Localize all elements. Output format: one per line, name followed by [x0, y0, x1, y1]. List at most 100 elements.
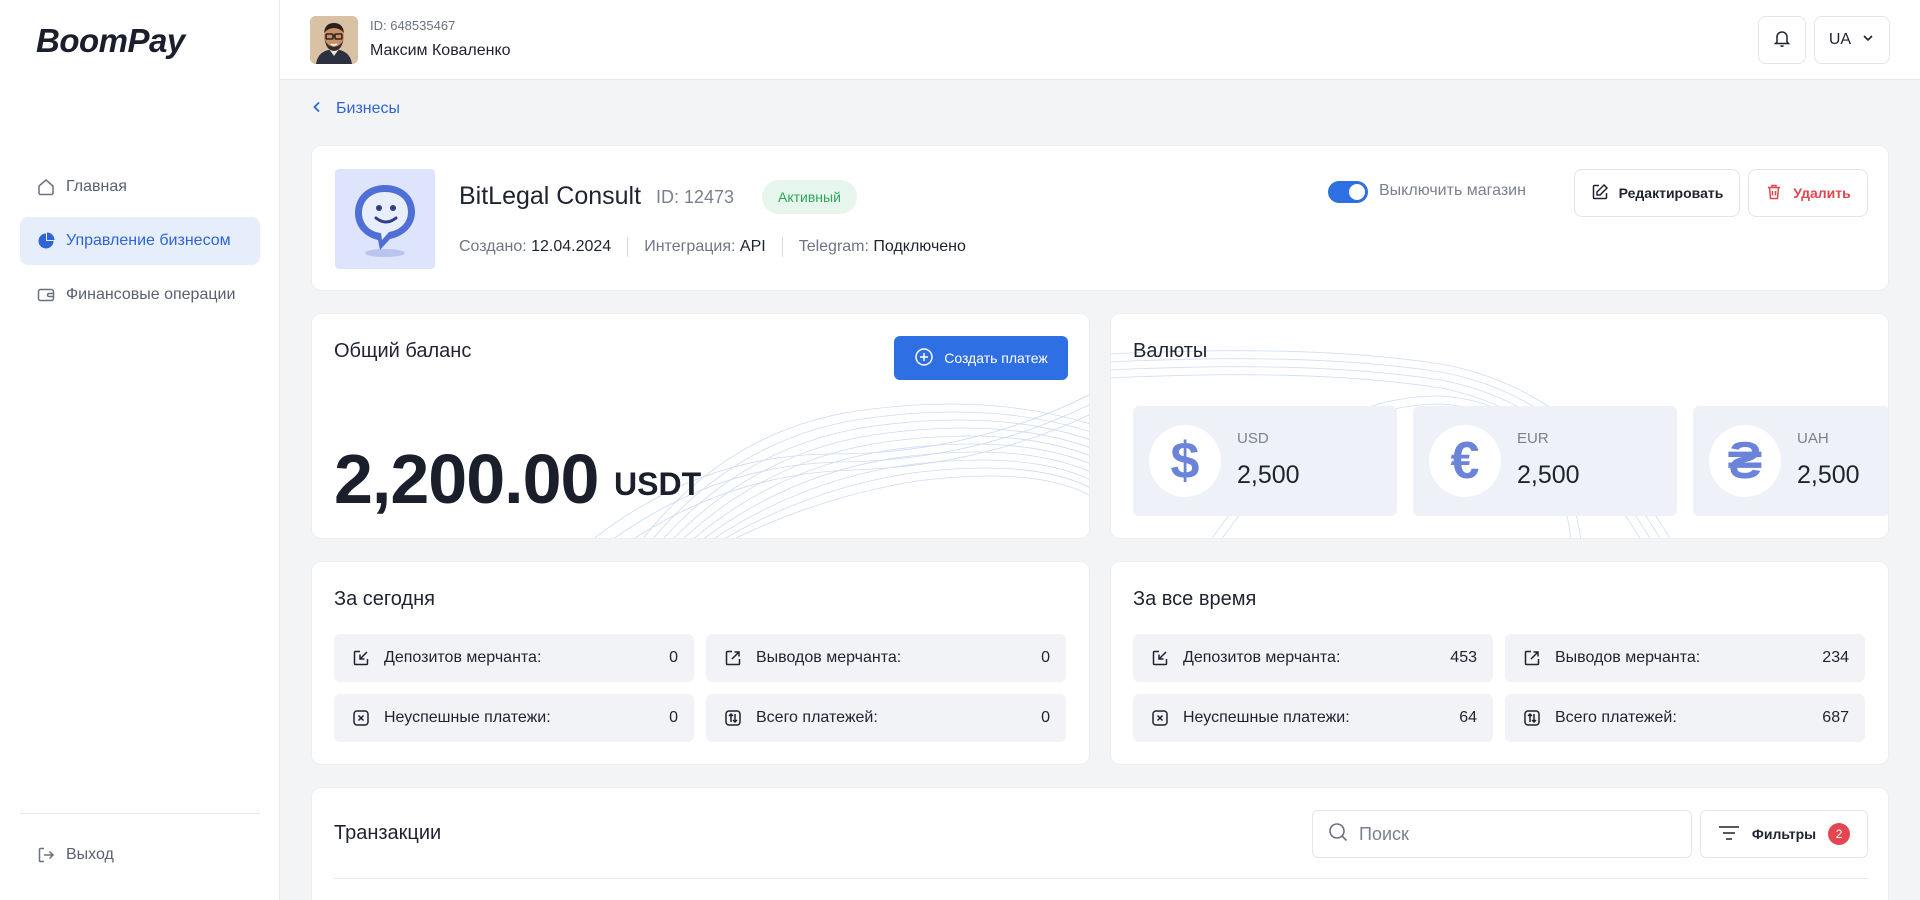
shop-toggle[interactable] [1328, 181, 1368, 203]
balance-card: Общий баланс Создать платеж 2,200.00 USD… [311, 313, 1090, 539]
stat-label: Депозитов мерчанта: [1183, 649, 1341, 666]
bell-icon [1772, 28, 1792, 53]
stat-failed: Неуспешные платежи: 0 [334, 694, 694, 742]
filters-button[interactable]: Фильтры 2 [1700, 810, 1868, 858]
search-icon [1327, 821, 1349, 848]
stat-value: 0 [669, 709, 678, 726]
stat-total: Всего платежей: 0 [706, 694, 1066, 742]
stat-label: Выводов мерчанта: [756, 649, 902, 666]
stat-withdrawals: Выводов мерчанта: 234 [1505, 634, 1865, 682]
pie-chart-icon [36, 231, 56, 251]
stat-value: 64 [1459, 709, 1477, 726]
delete-button[interactable]: Удалить [1748, 169, 1868, 217]
currency-value: 2,500 [1797, 461, 1860, 489]
shop-toggle-label: Выключить магазин [1379, 182, 1526, 199]
edit-icon [1591, 183, 1609, 204]
user-name: Максим Коваленко [370, 42, 511, 59]
user-id: ID: 648535467 [370, 18, 456, 33]
today-stats-card: За сегодня Депозитов мерчанта: 0 Выводов… [311, 561, 1090, 765]
business-name: BitLegal Consult [459, 182, 642, 210]
currency-code: USD [1237, 430, 1269, 447]
business-card: BitLegal Consult ID: 12473 Активный Созд… [311, 145, 1889, 291]
create-payment-button[interactable]: Создать платеж [894, 336, 1068, 380]
stat-value: 453 [1450, 649, 1477, 666]
stat-value: 234 [1822, 649, 1849, 666]
withdraw-icon [1521, 647, 1543, 669]
stat-label: Выводов мерчанта: [1555, 649, 1701, 666]
notifications-button[interactable] [1758, 16, 1806, 64]
business-meta: Создано: 12.04.2024 Интеграция: API Tele… [459, 237, 966, 257]
filter-icon [1718, 825, 1740, 844]
sidebar-item-business[interactable]: Управление бизнесом [20, 217, 260, 265]
alltime-title: За все время [1133, 588, 1257, 610]
logout-label: Выход [66, 846, 114, 863]
sidebar-item-label: Финансовые операции [66, 286, 236, 303]
chevron-down-icon [1861, 31, 1875, 50]
avatar[interactable] [310, 16, 358, 64]
currency-card-usd[interactable]: $ USD 2,500 [1133, 406, 1397, 516]
integration-value: API [739, 238, 766, 255]
edit-label: Редактировать [1618, 185, 1724, 201]
integration-label: Интеграция: [644, 238, 736, 255]
meta-divider [781, 237, 783, 257]
currencies-card: Валюты $ USD 2,500 € EUR 2,500 ₴ UAH 2,5… [1110, 313, 1889, 539]
brand-logo[interactable]: BoomPay [36, 22, 185, 60]
search-box[interactable] [1312, 810, 1692, 858]
sidebar-nav: Главная Управление бизнесом Финансовые о… [20, 163, 260, 325]
wallet-icon [36, 285, 56, 305]
sidebar-item-finance[interactable]: Финансовые операции [20, 271, 260, 319]
edit-button[interactable]: Редактировать [1574, 169, 1740, 217]
euro-icon: € [1429, 425, 1501, 497]
filters-count-badge: 2 [1828, 823, 1851, 845]
currency-value: 2,500 [1237, 461, 1300, 489]
status-badge: Активный [762, 180, 857, 214]
breadcrumb-back-link[interactable]: Бизнесы [336, 100, 400, 118]
language-value: UA [1828, 31, 1852, 48]
currency-card-eur[interactable]: € EUR 2,500 [1413, 406, 1677, 516]
trash-icon [1765, 183, 1783, 204]
stat-value: 0 [669, 649, 678, 666]
stat-label: Неуспешные платежи: [384, 709, 551, 726]
currency-code: EUR [1517, 430, 1549, 447]
sidebar-item-home[interactable]: Главная [20, 163, 260, 211]
logout: Выход [20, 831, 260, 885]
chevron-left-icon [312, 100, 322, 118]
failed-icon [350, 707, 372, 729]
sidebar-item-label: Управление бизнесом [66, 232, 231, 249]
search-input[interactable] [1359, 823, 1659, 845]
failed-icon [1149, 707, 1171, 729]
stat-deposits: Депозитов мерчанта: 0 [334, 634, 694, 682]
stat-withdrawals: Выводов мерчанта: 0 [706, 634, 1066, 682]
stat-label: Всего платежей: [1555, 709, 1677, 726]
stat-value: 687 [1822, 709, 1849, 726]
stat-label: Депозитов мерчанта: [384, 649, 542, 666]
business-id: ID: 12473 [656, 187, 735, 207]
currency-card-uah[interactable]: ₴ UAH 2,500 [1693, 406, 1888, 516]
stat-deposits: Депозитов мерчанта: 453 [1133, 634, 1493, 682]
alltime-stats-card: За все время Депозитов мерчанта: 453 Выв… [1110, 561, 1889, 765]
create-payment-label: Создать платеж [944, 350, 1048, 366]
stat-label: Всего платежей: [756, 709, 878, 726]
telegram-value: Подключено [873, 238, 966, 255]
deposit-icon [350, 647, 372, 669]
balance-title: Общий баланс [334, 340, 472, 362]
sidebar-item-label: Главная [66, 178, 127, 195]
transactions-card: Транзакции Фильтры 2 [311, 787, 1889, 900]
balance-amount: 2,200.00 [334, 440, 599, 518]
telegram-label: Telegram: [798, 238, 869, 255]
stat-failed: Неуспешные платежи: 64 [1133, 694, 1493, 742]
top-bar: ID: 648535467 Максим Коваленко UA [280, 0, 1920, 80]
transfer-icon [1521, 707, 1543, 729]
meta-divider [627, 237, 629, 257]
sidebar: BoomPay Главная Управление бизнесом Фина… [0, 0, 280, 900]
currency-code: UAH [1797, 430, 1829, 447]
stat-label: Неуспешные платежи: [1183, 709, 1350, 726]
breadcrumb[interactable]: Бизнесы [312, 100, 400, 118]
stat-value: 0 [1041, 709, 1050, 726]
logout-button[interactable]: Выход [20, 831, 260, 879]
hryvnia-icon: ₴ [1709, 425, 1781, 497]
dollar-icon: $ [1149, 425, 1221, 497]
withdraw-icon [722, 647, 744, 669]
language-select[interactable]: UA [1814, 16, 1890, 64]
table-divider [334, 878, 1868, 879]
